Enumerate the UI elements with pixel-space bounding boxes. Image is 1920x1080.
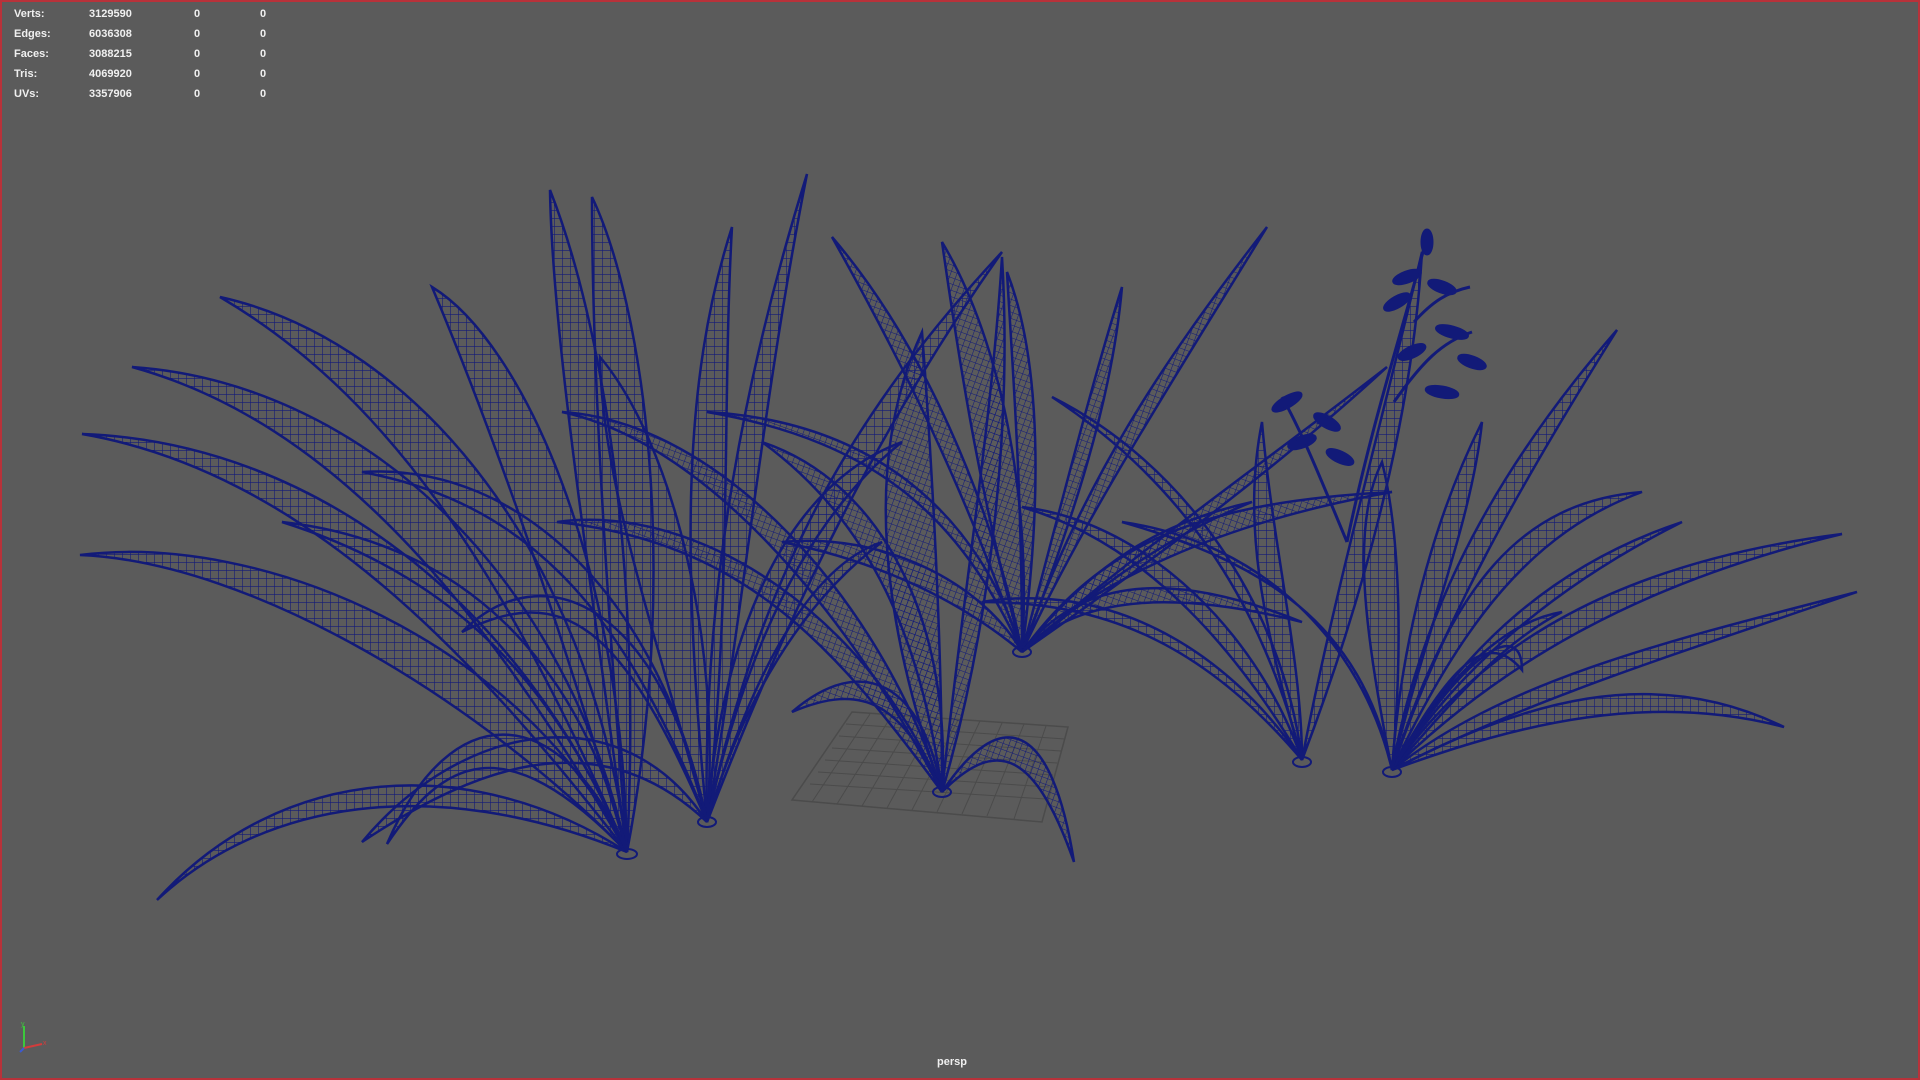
hud-selected-value: 0 bbox=[194, 68, 201, 80]
hud-row-uvs: UVs: 3357906 0 0 bbox=[14, 84, 294, 104]
hud-total-value: 3357906 bbox=[89, 88, 132, 100]
hud-component-value: 0 bbox=[260, 28, 267, 40]
hud-row-tris: Tris: 4069920 0 0 bbox=[14, 64, 294, 84]
xyz-axis-gizmo-icon: y x bbox=[19, 1021, 47, 1053]
hud-selected-value: 0 bbox=[194, 88, 201, 100]
hud-row-faces: Faces: 3088215 0 0 bbox=[14, 44, 294, 64]
hud-row-edges: Edges: 6036308 0 0 bbox=[14, 24, 294, 44]
hud-total-value: 3129590 bbox=[89, 8, 132, 20]
svg-text:x: x bbox=[43, 1040, 47, 1047]
hud-component-value: 0 bbox=[260, 88, 267, 100]
hud-row-verts: Verts: 3129590 0 0 bbox=[14, 4, 294, 24]
hud-label: Edges: bbox=[14, 28, 51, 40]
wireframe-scene[interactable] bbox=[2, 2, 1918, 1078]
hud-component-value: 0 bbox=[260, 68, 267, 80]
hud-label: Faces: bbox=[14, 48, 49, 60]
hud-selected-value: 0 bbox=[194, 28, 201, 40]
svg-text:y: y bbox=[21, 1021, 25, 1028]
3d-viewport[interactable]: Verts: 3129590 0 0 Edges: 6036308 0 0 Fa… bbox=[0, 0, 1920, 1080]
hud-component-value: 0 bbox=[260, 48, 267, 60]
hud-total-value: 3088215 bbox=[89, 48, 132, 60]
hud-label: Verts: bbox=[14, 8, 45, 20]
hud-selected-value: 0 bbox=[194, 48, 201, 60]
hud-total-value: 4069920 bbox=[89, 68, 132, 80]
hud-label: UVs: bbox=[14, 88, 40, 100]
camera-name-label: persp bbox=[937, 1056, 967, 1068]
hud-component-value: 0 bbox=[260, 8, 267, 20]
hud-total-value: 6036308 bbox=[89, 28, 132, 40]
hud-selected-value: 0 bbox=[194, 8, 201, 20]
poly-count-hud: Verts: 3129590 0 0 Edges: 6036308 0 0 Fa… bbox=[14, 4, 294, 104]
hud-label: Tris: bbox=[14, 68, 38, 80]
